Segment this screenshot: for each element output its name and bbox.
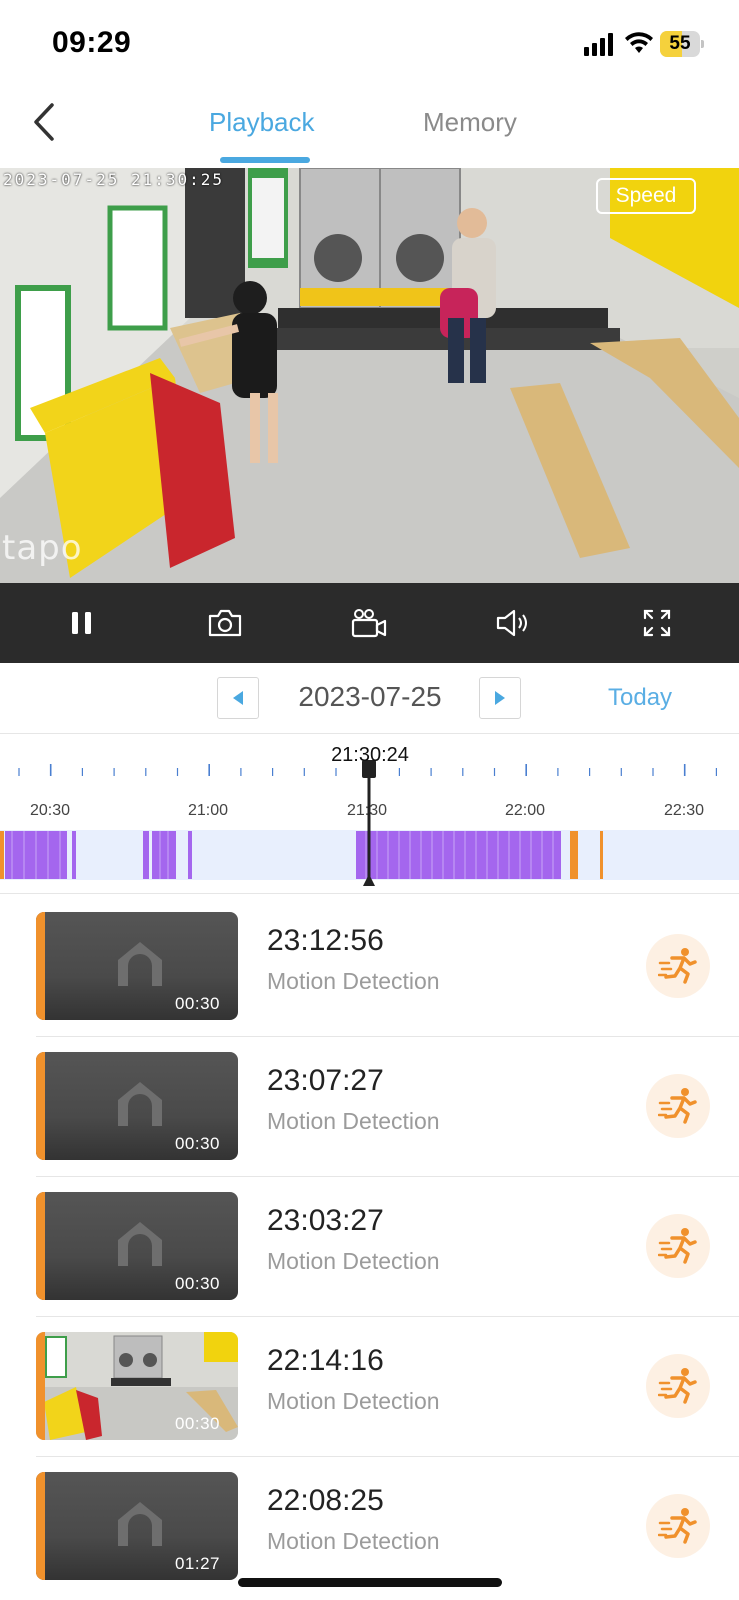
- event-time: 23:03:27: [267, 1204, 384, 1237]
- event-item[interactable]: 00:30 23:12:56 Motion Detection: [0, 894, 739, 1037]
- video-player[interactable]: 2023-07-25 21:30:25 Speed tapo: [0, 168, 739, 583]
- event-time: 22:14:16: [267, 1344, 384, 1377]
- active-tab-indicator: [220, 157, 310, 163]
- today-button[interactable]: Today: [608, 684, 672, 712]
- event-marker: [36, 1472, 45, 1580]
- battery-indicator: 55: [660, 31, 704, 57]
- status-bar: 09:29 55: [0, 0, 739, 88]
- home-placeholder-icon: [118, 1502, 162, 1546]
- event-thumbnail[interactable]: 01:27: [36, 1472, 238, 1580]
- timeline-recording-segment[interactable]: [143, 831, 149, 879]
- camera-scene-image: [0, 168, 739, 583]
- event-duration: 00:30: [174, 1414, 220, 1433]
- event-duration: 01:27: [174, 1554, 220, 1573]
- running-person-icon: [658, 948, 697, 984]
- camera-snapshot-icon: [208, 609, 242, 637]
- tab-playback[interactable]: Playback: [209, 104, 315, 144]
- event-item[interactable]: 01:27 22:08:25 Motion Detection: [0, 1454, 739, 1597]
- event-type: Motion Detection: [267, 1388, 440, 1414]
- event-time: 23:07:27: [267, 1064, 384, 1097]
- event-marker: [36, 1192, 45, 1300]
- wifi-icon: [625, 32, 653, 53]
- running-person-icon: [658, 1088, 697, 1124]
- fullscreen-icon: [643, 609, 671, 637]
- home-indicator: [238, 1578, 502, 1587]
- snapshot-button[interactable]: [205, 603, 245, 643]
- timeline-label: 22:00: [504, 802, 546, 819]
- event-thumbnail[interactable]: 00:30: [36, 912, 238, 1020]
- video-record-icon: [351, 609, 387, 638]
- event-thumbnail[interactable]: 00:30: [36, 1052, 238, 1160]
- event-marker: [36, 912, 45, 1020]
- event-item[interactable]: 00:30 22:14:16 Motion Detection: [0, 1314, 739, 1457]
- tapo-watermark: tapo: [2, 528, 83, 568]
- chevron-left-icon: [34, 103, 54, 141]
- event-thumbnail[interactable]: 00:30: [36, 1192, 238, 1300]
- speaker-icon: [496, 609, 527, 637]
- timeline[interactable]: 21:30:24 20:30 21:00 21:30 22:00 22:30: [0, 734, 739, 894]
- event-duration: 00:30: [174, 1134, 220, 1153]
- running-person-icon: [658, 1368, 697, 1404]
- video-timestamp: 2023-07-25 21:30:25: [3, 170, 225, 189]
- timeline-recording-segment[interactable]: [152, 831, 176, 879]
- battery-level: 55: [669, 33, 691, 54]
- timeline-label: 21:00: [187, 802, 229, 819]
- timeline-event-segment[interactable]: [570, 831, 578, 879]
- motion-badge: [646, 934, 710, 998]
- event-time: 23:12:56: [267, 924, 384, 957]
- event-duration: 00:30: [174, 1274, 220, 1293]
- triangle-right-icon: [495, 691, 505, 705]
- fullscreen-button[interactable]: [637, 603, 677, 643]
- running-person-icon: [658, 1508, 697, 1544]
- event-marker: [36, 1052, 45, 1160]
- speed-button[interactable]: Speed: [596, 178, 696, 214]
- current-date[interactable]: 2023-07-25: [270, 681, 470, 713]
- timeline-recording-segment[interactable]: [188, 831, 192, 879]
- timeline-label: 20:30: [29, 802, 71, 819]
- playback-controls: [0, 583, 739, 663]
- timeline-recording-segment[interactable]: [356, 831, 561, 879]
- event-item[interactable]: 00:30 23:03:27 Motion Detection: [0, 1174, 739, 1317]
- event-type: Motion Detection: [267, 1248, 440, 1274]
- timeline-event-segment[interactable]: [0, 831, 4, 879]
- timeline-current-time: 21:30:24: [331, 744, 409, 766]
- motion-badge: [646, 1494, 710, 1558]
- timeline-recording-segment[interactable]: [72, 831, 76, 879]
- running-person-icon: [658, 1228, 697, 1264]
- motion-badge: [646, 1214, 710, 1278]
- tab-memory[interactable]: Memory: [423, 104, 517, 144]
- pause-button[interactable]: [62, 603, 102, 643]
- event-type: Motion Detection: [267, 1108, 440, 1134]
- previous-date-button[interactable]: [217, 677, 259, 719]
- status-time: 09:29: [52, 26, 132, 59]
- timeline-label: 22:30: [663, 802, 705, 819]
- event-thumbnail[interactable]: 00:30: [36, 1332, 238, 1440]
- cellular-signal-icon: [584, 33, 613, 56]
- home-placeholder-icon: [118, 1082, 162, 1126]
- event-type: Motion Detection: [267, 1528, 440, 1554]
- sound-button[interactable]: [493, 603, 533, 643]
- event-marker: [36, 1332, 45, 1440]
- next-date-button[interactable]: [479, 677, 521, 719]
- home-placeholder-icon: [118, 1222, 162, 1266]
- event-duration: 00:30: [174, 994, 220, 1013]
- timeline-event-segment[interactable]: [600, 831, 603, 879]
- back-button[interactable]: [22, 96, 66, 148]
- event-item[interactable]: 00:30 23:07:27 Motion Detection: [0, 1034, 739, 1177]
- triangle-left-icon: [233, 691, 243, 705]
- motion-badge: [646, 1074, 710, 1138]
- event-time: 22:08:25: [267, 1484, 384, 1517]
- timeline-label: 21:30: [346, 802, 388, 819]
- event-type: Motion Detection: [267, 968, 440, 994]
- record-button[interactable]: [349, 603, 389, 643]
- pause-icon: [72, 612, 91, 634]
- home-placeholder-icon: [118, 942, 162, 986]
- motion-badge: [646, 1354, 710, 1418]
